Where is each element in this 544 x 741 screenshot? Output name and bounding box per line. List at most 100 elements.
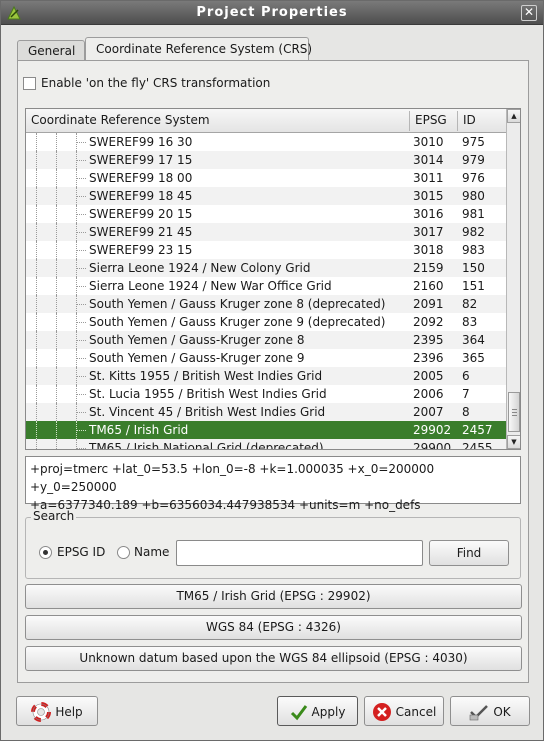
epsg-cell: 2007 <box>413 405 444 419</box>
crs-name-cell: St. Vincent 45 / British West Indies Gri… <box>89 405 326 419</box>
table-row[interactable]: Sierra Leone 1924 / New War Office Grid 2… <box>26 277 506 295</box>
epsg-cell: 3010 <box>413 135 444 149</box>
tree-branch-line <box>76 430 86 431</box>
table-row[interactable]: South Yemen / Gauss Kruger zone 8 (depre… <box>26 295 506 313</box>
table-row[interactable]: SWEREF99 21 45 3017 982 <box>26 223 506 241</box>
tree-guide-line <box>56 205 57 223</box>
proj4-definition-text[interactable]: +proj=tmerc +lat_0=53.5 +lon_0=-8 +k=1.0… <box>25 456 521 512</box>
crs-name-cell: SWEREF99 18 45 <box>89 189 193 203</box>
grip-line <box>512 415 517 416</box>
table-row[interactable]: St. Kitts 1955 / British West Indies Gri… <box>26 367 506 385</box>
title-bar[interactable]: Project Properties ✕ <box>1 1 543 25</box>
scroll-up-arrow-icon[interactable]: ▲ <box>507 109 520 123</box>
epsg-cell: 3011 <box>413 171 444 185</box>
tree-guide-line <box>56 241 57 259</box>
tree-guide-line <box>36 403 37 421</box>
tree-guide-line <box>56 295 57 313</box>
grip-line <box>512 412 517 413</box>
recent-crs-button-2[interactable]: WGS 84 (EPSG : 4326) <box>25 615 522 640</box>
ok-hand-icon <box>470 704 489 720</box>
tree-guide-line <box>56 259 57 277</box>
tree-guide-line <box>56 385 57 403</box>
find-button[interactable]: Find <box>429 540 509 566</box>
id-cell: 8 <box>462 405 470 419</box>
vertical-scrollbar[interactable]: ▲ ▼ <box>506 109 520 449</box>
id-cell: 151 <box>462 279 485 293</box>
tab-crs[interactable]: Coordinate Reference System (CRS) <box>85 37 312 62</box>
table-row[interactable]: TM65 / Irish National Grid (deprecated) 2… <box>26 439 506 449</box>
crs-name-cell: SWEREF99 16 30 <box>89 135 193 149</box>
tab-general[interactable]: General <box>17 40 85 61</box>
radio-epsg-id[interactable] <box>39 546 52 559</box>
radio-name[interactable] <box>117 546 130 559</box>
table-row[interactable]: St. Vincent 45 / British West Indies Gri… <box>26 403 506 421</box>
table-row[interactable]: South Yemen / Gauss Kruger zone 9 (depre… <box>26 313 506 331</box>
cancel-button[interactable]: Cancel <box>364 696 444 726</box>
tree-guide-line <box>36 169 37 187</box>
apply-button[interactable]: Apply <box>277 696 358 726</box>
crs-tree-table[interactable]: Coordinate Reference System EPSG ID SWER… <box>25 108 521 450</box>
scroll-down-arrow-icon[interactable]: ▼ <box>507 435 520 449</box>
epsg-cell: 3018 <box>413 243 444 257</box>
help-button[interactable]: Help <box>16 696 98 726</box>
column-divider[interactable] <box>409 111 410 131</box>
tree-guide-line <box>56 277 57 295</box>
epsg-cell: 2160 <box>413 279 444 293</box>
tree-guide-line <box>36 187 37 205</box>
scrollbar-thumb[interactable] <box>508 392 520 432</box>
recent-crs-button-3[interactable]: Unknown datum based upon the WGS 84 elli… <box>25 646 522 671</box>
project-properties-dialog: Project Properties ✕ General Coordinate … <box>0 0 544 741</box>
epsg-cell: 29902 <box>413 423 452 437</box>
ok-button[interactable]: OK <box>450 696 530 726</box>
epsg-cell: 2396 <box>413 351 444 365</box>
tree-guide-line <box>36 259 37 277</box>
table-rows: SWEREF99 16 30 3010 975 SWEREF99 17 15 3014 9… <box>26 133 506 449</box>
close-window-button[interactable]: ✕ <box>521 5 537 21</box>
table-row[interactable]: SWEREF99 23 15 3018 983 <box>26 241 506 259</box>
table-row[interactable]: Sierra Leone 1924 / New Colony Grid 2159 1… <box>26 259 506 277</box>
radio-epsg-id-label[interactable]: EPSG ID <box>57 545 105 559</box>
table-row[interactable]: South Yemen / Gauss-Kruger zone 8 2395 364 <box>26 331 506 349</box>
tree-guide-line <box>56 313 57 331</box>
id-cell: 7 <box>462 387 470 401</box>
tree-guide-line <box>36 133 37 151</box>
id-cell: 150 <box>462 261 485 275</box>
table-row[interactable]: TM65 / Irish Grid 29902 2457 <box>26 421 506 439</box>
epsg-cell: 3017 <box>413 225 444 239</box>
apply-button-label: Apply <box>311 704 346 719</box>
id-cell: 981 <box>462 207 485 221</box>
proj4-line-1: +proj=tmerc +lat_0=53.5 +lon_0=-8 +k=1.0… <box>30 462 435 494</box>
search-input[interactable] <box>176 540 423 566</box>
epsg-cell: 2159 <box>413 261 444 275</box>
tree-branch-line <box>76 232 86 233</box>
tree-guide-line <box>36 349 37 367</box>
crs-name-cell: SWEREF99 21 45 <box>89 225 193 239</box>
table-row[interactable]: SWEREF99 20 15 3016 981 <box>26 205 506 223</box>
crs-name-cell: SWEREF99 17 15 <box>89 153 193 167</box>
checkmark-icon <box>290 704 307 720</box>
epsg-cell: 2091 <box>413 297 444 311</box>
help-button-label: Help <box>55 704 83 719</box>
crs-name-cell: Sierra Leone 1924 / New Colony Grid <box>89 261 311 275</box>
table-row[interactable]: SWEREF99 16 30 3010 975 <box>26 133 506 151</box>
column-header-epsg[interactable]: EPSG <box>415 113 447 127</box>
tree-guide-line <box>36 151 37 169</box>
epsg-cell: 2092 <box>413 315 444 329</box>
table-row[interactable]: SWEREF99 18 00 3011 976 <box>26 169 506 187</box>
radio-name-label[interactable]: Name <box>134 545 169 559</box>
table-row[interactable]: SWEREF99 18 45 3015 980 <box>26 187 506 205</box>
column-header-crs[interactable]: Coordinate Reference System <box>31 113 210 127</box>
table-row[interactable]: South Yemen / Gauss-Kruger zone 9 2396 365 <box>26 349 506 367</box>
column-divider[interactable] <box>457 111 458 131</box>
crs-name-cell: South Yemen / Gauss Kruger zone 9 (depre… <box>89 315 386 329</box>
column-header-id[interactable]: ID <box>463 113 476 127</box>
epsg-cell: 2395 <box>413 333 444 347</box>
table-row[interactable]: SWEREF99 17 15 3014 979 <box>26 151 506 169</box>
tree-guide-line <box>56 169 57 187</box>
otf-checkbox[interactable] <box>23 77 36 90</box>
recent-crs-button-1[interactable]: TM65 / Irish Grid (EPSG : 29902) <box>25 584 522 609</box>
crs-name-cell: South Yemen / Gauss Kruger zone 8 (depre… <box>89 297 386 311</box>
tree-branch-line <box>76 448 86 449</box>
id-cell: 83 <box>462 315 478 329</box>
table-row[interactable]: St. Lucia 1955 / British West Indies Gri… <box>26 385 506 403</box>
